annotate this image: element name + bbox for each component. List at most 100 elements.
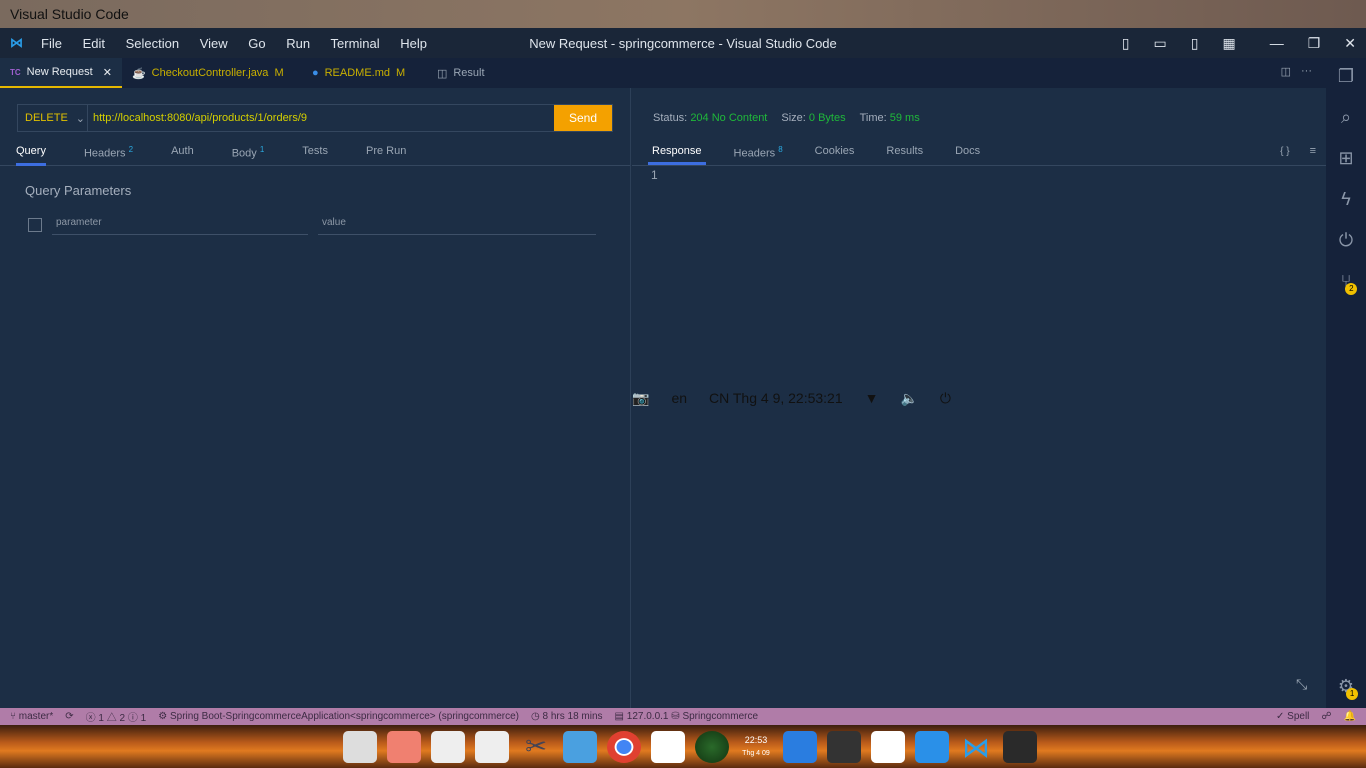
document-viewer-icon[interactable] <box>431 730 465 763</box>
tab-docs[interactable]: Docs <box>951 140 984 165</box>
tab-auth[interactable]: Auth <box>171 140 194 166</box>
size-value: 0 Bytes <box>808 112 846 124</box>
branch-indicator[interactable]: ⑂ master* <box>10 711 53 722</box>
search-icon[interactable]: ⌕ <box>1341 107 1351 128</box>
spell-check[interactable]: ✓ Spell <box>1276 711 1309 722</box>
update-app-icon[interactable] <box>915 730 949 763</box>
toggle-sidebar-icon[interactable]: ▯ <box>1122 35 1130 52</box>
os-app-name: Visual Studio Code <box>10 6 129 22</box>
terminal-icon[interactable] <box>1003 730 1037 763</box>
chrome-icon[interactable] <box>607 730 641 763</box>
tab-tests[interactable]: Tests <box>302 140 328 166</box>
text-editor-icon[interactable] <box>475 730 509 763</box>
spring-app: Spring Boot-SpringcommerceApplication<sp… <box>169 711 519 722</box>
more-actions-icon[interactable]: ··· <box>1301 65 1312 88</box>
param-checkbox[interactable] <box>28 217 42 232</box>
tab-response[interactable]: Response <box>648 140 706 165</box>
close-button[interactable]: ✕ <box>1344 35 1356 52</box>
time-tracker[interactable]: ◷ 8 hrs 18 mins <box>531 711 603 722</box>
sync-icon[interactable]: ⟳ <box>65 711 73 722</box>
tab-checkout-controller[interactable]: ☕ CheckoutController.java M <box>122 58 302 88</box>
tab-pre-run[interactable]: Pre Run <box>366 140 406 166</box>
info-count: 1 <box>140 713 147 724</box>
screenshot-tool-icon[interactable]: ✂ <box>519 731 553 763</box>
count-badge: 2 <box>128 145 134 154</box>
url-input[interactable]: http://localhost:8080/api/products/1/ord… <box>88 105 554 131</box>
db-name: Springcommerce <box>682 711 759 722</box>
tab-label: CheckoutController.java <box>151 67 269 79</box>
settings-icon[interactable]: ⚙ 1 <box>1338 676 1359 700</box>
size-label: Size: <box>781 112 806 124</box>
menu-terminal[interactable]: Terminal <box>331 36 380 51</box>
feedback-icon[interactable]: ☍ <box>1321 711 1331 722</box>
toggle-panel-icon[interactable]: ▭ <box>1154 35 1167 52</box>
warning-count: 2 <box>119 713 126 724</box>
extensions-icon[interactable]: ⊞ <box>1338 148 1353 169</box>
error-count: 1 <box>98 713 104 724</box>
tab-readme[interactable]: ● README.md M <box>302 58 427 88</box>
dock-clock[interactable]: 22:53 Thg 4 09 <box>739 731 773 763</box>
menu-edit[interactable]: Edit <box>83 36 105 51</box>
tab-result[interactable]: ◫ Result <box>427 58 495 88</box>
radar-app-icon[interactable] <box>695 730 729 763</box>
split-editor-icon[interactable]: ◫ <box>1281 65 1291 88</box>
trash-icon[interactable] <box>871 730 905 763</box>
db-connection[interactable]: ▤ 127.0.0.1 ⛁ Springcommerce <box>615 711 758 722</box>
layout-icon[interactable]: ▦ <box>1222 35 1235 52</box>
menu-help[interactable]: Help <box>400 36 427 51</box>
menu-lines-icon[interactable]: ≡ <box>1310 145 1316 165</box>
tab-body[interactable]: Body 1 <box>232 140 265 166</box>
send-button[interactable]: Send <box>554 105 612 131</box>
tab-label: Cookies <box>814 145 855 157</box>
format-json-icon[interactable]: { } <box>1280 146 1289 165</box>
toggle-secondary-sidebar-icon[interactable]: ▯ <box>1191 35 1199 52</box>
close-icon[interactable]: ✕ <box>103 66 112 79</box>
count-badge: 8 <box>778 145 783 154</box>
tab-headers[interactable]: Headers 2 <box>84 140 133 166</box>
tab-label: Response <box>652 145 702 157</box>
explorer-icon[interactable]: ❐ <box>1338 66 1354 87</box>
thunder-client-icon[interactable]: ϟ <box>1341 189 1351 210</box>
camera-app-icon[interactable] <box>827 730 861 763</box>
tab-new-request[interactable]: TC New Request ✕ <box>0 58 122 88</box>
tab-query[interactable]: Query <box>16 140 46 166</box>
response-summary: Status: 204 No Content Size: 0 Bytes Tim… <box>653 112 920 124</box>
menu-run[interactable]: Run <box>286 36 310 51</box>
method-select[interactable]: DELETE ⌄ <box>18 105 88 131</box>
app-icon[interactable] <box>651 730 685 763</box>
expand-icon[interactable]: ⤡ <box>1296 676 1307 693</box>
file-manager-icon[interactable] <box>563 730 597 763</box>
tab-label: Body <box>231 147 257 160</box>
spring-boot-status[interactable]: ⚙ Spring Boot-SpringcommerceApplication<… <box>158 711 519 722</box>
spring-boot-icon[interactable]: ⏻ <box>1339 230 1353 251</box>
method-value: DELETE <box>25 112 68 124</box>
source-control-icon[interactable]: ⑂ 2 <box>1341 271 1358 295</box>
vscode-dock-icon[interactable]: ⋈ <box>959 731 993 763</box>
tab-label: Results <box>886 145 924 157</box>
problems-indicator[interactable]: ⓧ 1 △ 2 ⓘ 1 <box>86 709 147 724</box>
time-tracked: 8 hrs 18 mins <box>542 711 603 722</box>
wps-office-icon[interactable] <box>783 730 817 763</box>
menu-view[interactable]: View <box>200 36 228 51</box>
notifications-icon[interactable]: 🔔 <box>1344 711 1356 722</box>
param-value-input[interactable]: value <box>318 214 596 235</box>
java-icon: ☕ <box>131 67 146 80</box>
image-viewer-icon[interactable] <box>387 730 421 763</box>
menu-file[interactable]: File <box>41 36 62 51</box>
tab-label: Headers <box>83 147 126 160</box>
query-param-row: parameter value <box>28 214 596 235</box>
param-name-input[interactable]: parameter <box>52 214 308 235</box>
menu-go[interactable]: Go <box>248 36 265 51</box>
modified-badge: M <box>274 67 284 79</box>
modified-badge: M <box>396 67 406 79</box>
tab-response-headers[interactable]: Headers 8 <box>730 140 787 165</box>
tab-cookies[interactable]: Cookies <box>811 140 859 165</box>
query-parameters-title: Query Parameters <box>25 183 132 198</box>
minimize-button[interactable]: — <box>1270 35 1284 52</box>
tab-results[interactable]: Results <box>882 140 927 165</box>
menu-selection[interactable]: Selection <box>126 36 179 51</box>
thunder-client-icon: TC <box>10 67 21 77</box>
restore-button[interactable]: ❐ <box>1308 35 1321 52</box>
os-top-bar: Visual Studio Code 📷 en CN Thg 4 9, 22:5… <box>0 0 1366 406</box>
files-app-icon[interactable] <box>343 730 377 763</box>
